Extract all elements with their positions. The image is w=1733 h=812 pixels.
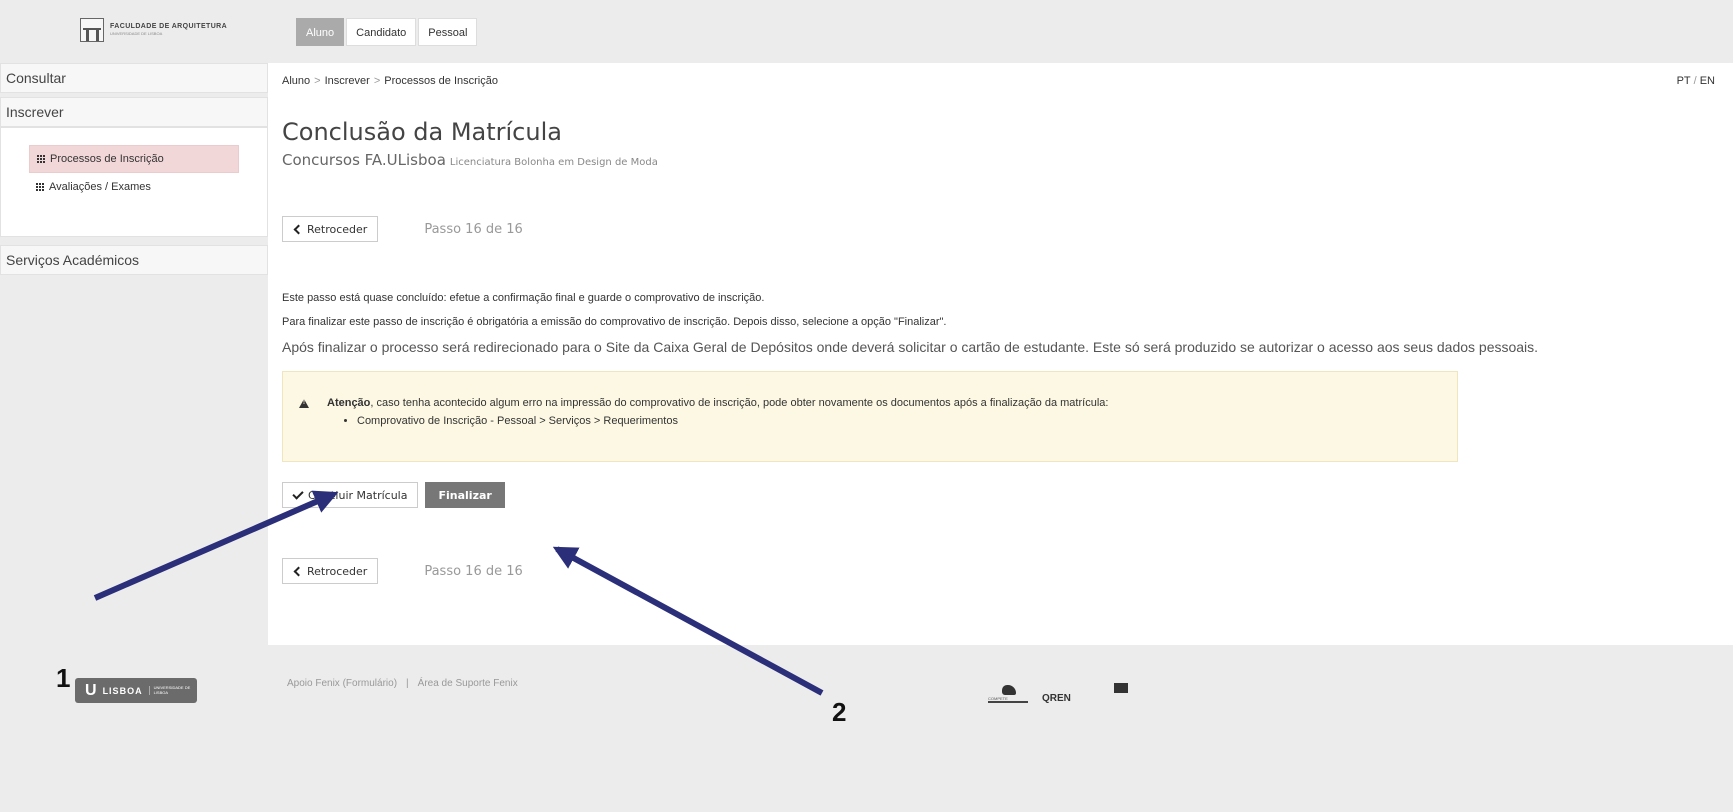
step-indicator-bottom: Passo 16 de 16 (424, 563, 523, 579)
faculty-logo-text: FACULDADE DE ARQUITETURA (110, 23, 228, 31)
sponsor-logos: COMPETE QREN (988, 683, 1136, 704)
chevron-left-icon (293, 224, 304, 234)
role-tabs: Aluno Candidato Pessoal (296, 18, 479, 46)
warning-alert: Atenção, caso tenha acontecido algum err… (282, 371, 1458, 462)
alert-message: Atenção, caso tenha acontecido algum err… (327, 397, 1108, 409)
breadcrumb-separator: > (314, 75, 321, 87)
alert-bold: Atenção (327, 397, 371, 409)
tab-pessoal[interactable]: Pessoal (418, 18, 478, 46)
info-paragraph-3: Após finalizar o processo será redirecio… (282, 339, 1539, 355)
faculty-logo[interactable]: FACULDADE DE ARQUITETURA UNIVERSIDADE DE … (80, 15, 250, 45)
grid-icon (37, 154, 46, 164)
subtitle-course: Licenciatura Bolonha em Design de Moda (449, 157, 658, 168)
breadcrumb-aluno[interactable]: Aluno (282, 75, 310, 87)
footer-separator: | (406, 678, 409, 689)
lang-separator: / (1693, 75, 1697, 87)
action-buttons: Concluir Matrícula Finalizar (282, 482, 505, 508)
finalizar-button[interactable]: Finalizar (425, 482, 505, 508)
concluir-matricula-button[interactable]: Concluir Matrícula (282, 482, 419, 508)
sidebar-servicos-academicos[interactable]: Serviços Académicos (0, 245, 268, 275)
step-nav-top: Retroceder Passo 16 de 16 (282, 216, 523, 242)
breadcrumb-processos[interactable]: Processos de Inscrição (384, 75, 498, 87)
top-bar: FACULDADE DE ARQUITETURA UNIVERSIDADE DE … (0, 0, 1733, 56)
sidebar-item-label: Avaliações / Exames (49, 181, 151, 193)
breadcrumb-inscrever[interactable]: Inscrever (325, 75, 370, 87)
alert-list-item: Comprovativo de Inscrição - Pessoal > Se… (357, 415, 678, 427)
sidebar-consultar[interactable]: Consultar (0, 63, 268, 93)
page-subtitle: Concursos FA.ULisboa Licenciatura Bolonha… (282, 151, 658, 169)
sidebar-item-avaliacoes-exames[interactable]: Avaliações / Exames (29, 173, 239, 201)
grid-icon (36, 182, 45, 192)
footer: U LISBOA UNIVERSIDADE DE LISBOA Apoio Fe… (0, 645, 1733, 812)
eu-flag-icon (1106, 683, 1136, 703)
chevron-left-icon (293, 566, 304, 576)
sidebar-inscrever[interactable]: Inscrever (0, 97, 268, 127)
qren-logo: QREN (1042, 693, 1071, 704)
step-indicator-top: Passo 16 de 16 (424, 221, 523, 237)
footer-link-apoio[interactable]: Apoio Fenix (Formulário) (287, 678, 397, 689)
compete-logo: COMPETE (988, 683, 1028, 703)
page-title: Conclusão da Matrícula (282, 118, 562, 146)
footer-links: Apoio Fenix (Formulário) | Área de Suporte… (287, 678, 518, 689)
check-icon (292, 487, 304, 500)
back-button-label: Retroceder (307, 564, 368, 578)
subtitle-text: Concursos FA.ULisboa (282, 151, 446, 169)
sidebar-inscrever-menu: Processos de Inscrição Avaliações / Exam… (0, 127, 268, 237)
alert-list: Comprovativo de Inscrição - Pessoal > Se… (357, 415, 678, 427)
warning-icon (299, 399, 309, 408)
tab-aluno[interactable]: Aluno (296, 18, 345, 46)
ulisboa-logo-text: LISBOA (102, 685, 143, 696)
faculty-logo-subtext: UNIVERSIDADE DE LISBOA (110, 30, 163, 36)
main-content: Aluno > Inscrever > Processos de Inscrição P… (268, 63, 1733, 645)
back-button-bottom[interactable]: Retroceder (282, 558, 379, 584)
step-nav-bottom: Retroceder Passo 16 de 16 (282, 558, 523, 584)
breadcrumb-separator: > (373, 75, 381, 87)
info-paragraph-1: Este passo está quase concluído: efetue … (282, 292, 765, 304)
sidebar-item-processos-inscricao[interactable]: Processos de Inscrição (29, 145, 239, 173)
info-paragraph-2: Para finalizar este passo de inscrição é… (282, 316, 947, 328)
sidebar: Consultar Inscrever Processos de Inscriç… (0, 63, 268, 279)
lang-pt[interactable]: PT (1677, 75, 1691, 87)
back-button-top[interactable]: Retroceder (282, 216, 379, 242)
concluir-label: Concluir Matrícula (308, 488, 408, 502)
alert-text: , caso tenha acontecido algum erro na im… (370, 397, 1109, 409)
faculty-logo-icon (80, 18, 104, 42)
footer-link-suporte[interactable]: Área de Suporte Fenix (418, 678, 518, 689)
language-switcher: PT / EN (1677, 75, 1715, 87)
ulisboa-logo[interactable]: U LISBOA UNIVERSIDADE DE LISBOA (75, 678, 197, 703)
annotation-label-2: 2 (832, 697, 847, 727)
ulisboa-logo-subtext: UNIVERSIDADE DE LISBOA (148, 685, 197, 695)
ulisboa-u-icon: U (85, 681, 97, 699)
annotation-label-1: 1 (56, 663, 71, 693)
back-button-label: Retroceder (307, 222, 368, 236)
breadcrumb: Aluno > Inscrever > Processos de Inscrição (282, 75, 498, 87)
sidebar-item-label: Processos de Inscrição (50, 153, 164, 165)
lang-en[interactable]: EN (1700, 75, 1715, 87)
tab-candidato[interactable]: Candidato (346, 18, 417, 46)
